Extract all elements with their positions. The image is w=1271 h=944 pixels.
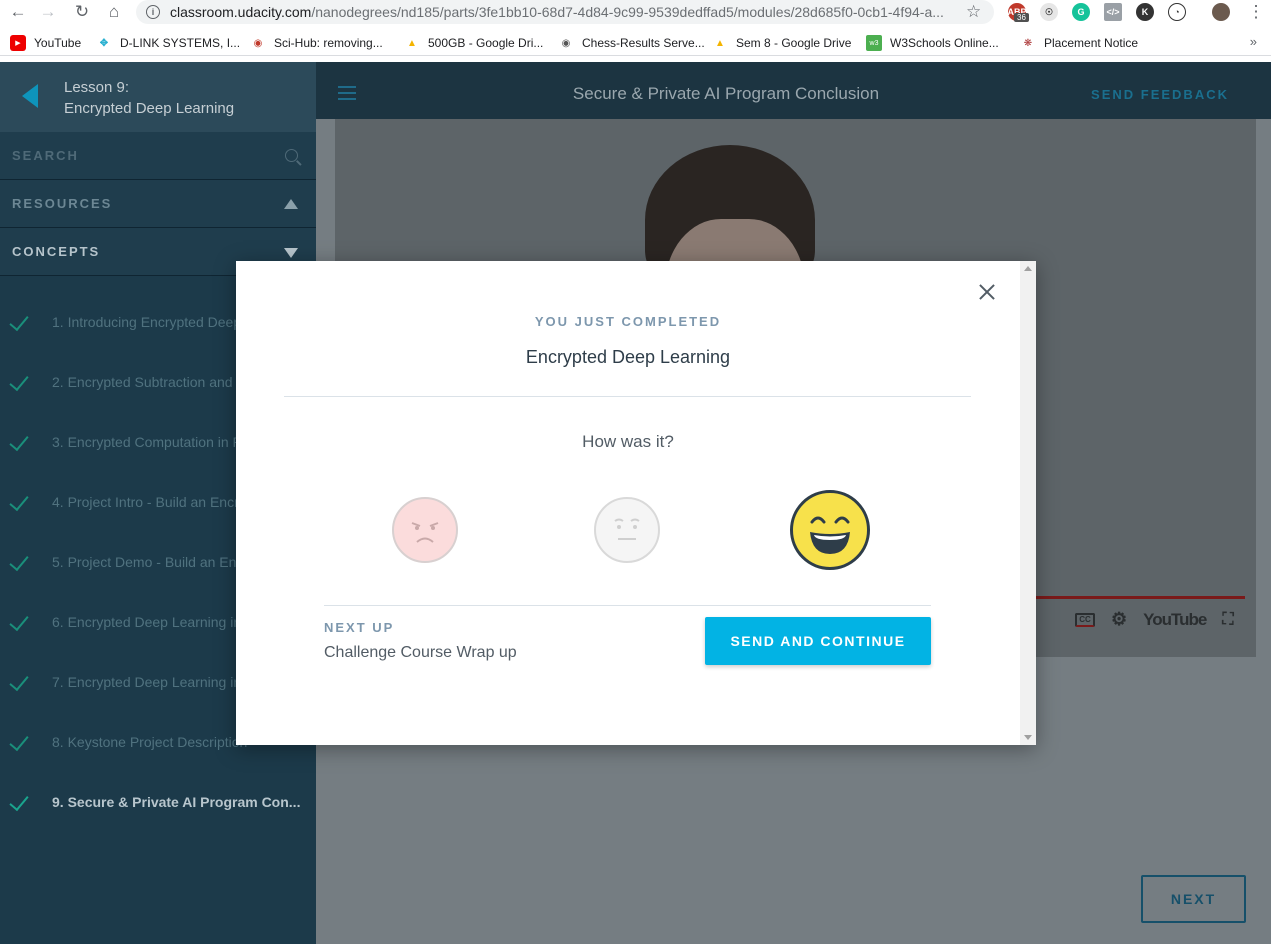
check-icon bbox=[9, 370, 29, 392]
rating-question: How was it? bbox=[582, 432, 674, 451]
bookmarks-bar: ▶ YouTube ✥ D-LINK SYSTEMS, I... ◉ Sci-Hub:… bbox=[0, 30, 1271, 56]
bookmark-placement-notice[interactable]: ❋ Placement Notice bbox=[1020, 35, 1138, 51]
google-drive-icon: ▲ bbox=[715, 37, 725, 49]
expand-triangle-icon bbox=[284, 248, 298, 258]
check-icon bbox=[9, 310, 29, 332]
fullscreen-icon[interactable]: ⛶ bbox=[1222, 611, 1233, 629]
page-title: Secure & Private AI Program Conclusion bbox=[572, 84, 880, 103]
settings-gear-icon[interactable]: ⚙ bbox=[1111, 609, 1127, 630]
completed-lesson-title: Encrypted Deep Learning bbox=[525, 347, 731, 367]
sidebar-search[interactable]: SEARCH bbox=[0, 132, 316, 180]
scroll-down-icon[interactable] bbox=[1024, 735, 1032, 740]
bookmark-scihub[interactable]: ◉ Sci-Hub: removing... bbox=[250, 35, 383, 51]
browser-toolbar: ← → ↻ ⌂ i classroom.udacity.com/nanodegr… bbox=[0, 0, 1271, 26]
google-drive-icon: ▲ bbox=[407, 37, 417, 49]
lesson-title: Encrypted Deep Learning bbox=[64, 100, 235, 117]
scihub-icon: ◉ bbox=[253, 37, 263, 49]
next-up-title: Challenge Course Wrap up bbox=[324, 644, 517, 661]
completion-modal: YOU JUST COMPLETED Encrypted Deep Learni… bbox=[236, 261, 1036, 745]
lesson-number: Lesson 9: bbox=[64, 79, 130, 96]
code-extension-icon[interactable]: </> bbox=[1104, 3, 1122, 21]
bookmark-w3schools[interactable]: w3 W3Schools Online... bbox=[866, 35, 999, 51]
check-icon bbox=[9, 550, 29, 572]
back-arrow-icon[interactable] bbox=[22, 84, 38, 108]
bookmark-youtube[interactable]: ▶ YouTube bbox=[10, 35, 81, 51]
check-icon bbox=[9, 490, 29, 512]
send-and-continue-button[interactable]: SEND AND CONTINUE bbox=[705, 617, 931, 665]
divider bbox=[284, 396, 971, 397]
bookmark-dlink[interactable]: ✥ D-LINK SYSTEMS, I... bbox=[96, 35, 240, 51]
bookmark-gdrive-sem8[interactable]: ▲ Sem 8 - Google Drive bbox=[712, 35, 851, 51]
url-path: /nanodegrees/nd185/parts/3fe1bb10-68d7-4… bbox=[311, 4, 944, 20]
modal-eyebrow: YOU JUST COMPLETED bbox=[534, 314, 722, 329]
check-icon bbox=[9, 730, 29, 752]
url-host: classroom.udacity.com bbox=[170, 4, 312, 20]
main-header: Secure & Private AI Program Conclusion S… bbox=[316, 62, 1271, 119]
profile-avatar[interactable] bbox=[1212, 3, 1230, 21]
menu-kebab-icon[interactable]: ⋮ bbox=[1242, 0, 1270, 24]
bookmark-chess-results[interactable]: ◉ Chess-Results Serve... bbox=[558, 35, 705, 51]
collapse-triangle-icon bbox=[284, 199, 298, 209]
extension-badge: 36 bbox=[1014, 13, 1029, 22]
speed-extension-icon[interactable]: ◔ bbox=[1168, 3, 1186, 21]
modal-scrollbar[interactable] bbox=[1020, 261, 1036, 745]
globe-icon: ◉ bbox=[561, 37, 571, 49]
forward-icon[interactable]: → bbox=[34, 0, 62, 24]
bookmark-star-icon[interactable]: ☆ bbox=[966, 2, 981, 22]
send-feedback-link[interactable]: SEND FEEDBACK bbox=[1091, 87, 1229, 102]
divider bbox=[324, 605, 931, 606]
sidebar-resources[interactable]: RESOURCES bbox=[0, 180, 316, 228]
check-icon bbox=[9, 670, 29, 692]
youtube-icon: ▶ bbox=[10, 35, 26, 51]
check-icon bbox=[9, 790, 29, 812]
sidebar-header: Lesson 9: Encrypted Deep Learning bbox=[0, 62, 316, 132]
emblem-icon: ❋ bbox=[1023, 37, 1033, 49]
bookmark-gdrive-500gb[interactable]: ▲ 500GB - Google Dri... bbox=[404, 35, 543, 51]
bookmarks-overflow-icon[interactable]: » bbox=[1250, 34, 1257, 49]
video-progress-bar[interactable] bbox=[1035, 596, 1245, 599]
resources-label: RESOURCES bbox=[12, 196, 113, 211]
scroll-up-icon[interactable] bbox=[1024, 266, 1032, 271]
rating-happy-face-icon[interactable] bbox=[790, 490, 870, 570]
search-icon[interactable] bbox=[285, 149, 298, 162]
concept-item-active[interactable]: 9. Secure & Private AI Program Con... bbox=[0, 772, 316, 832]
address-bar[interactable]: i classroom.udacity.com/nanodegrees/nd18… bbox=[136, 0, 994, 24]
search-label: SEARCH bbox=[12, 148, 79, 163]
dlink-icon: ✥ bbox=[99, 37, 109, 49]
check-icon bbox=[9, 610, 29, 632]
close-icon[interactable] bbox=[977, 282, 997, 302]
k-extension-icon[interactable]: K bbox=[1136, 3, 1154, 21]
next-up-label: NEXT UP bbox=[324, 620, 395, 635]
back-icon[interactable]: ← bbox=[4, 0, 32, 24]
youtube-logo[interactable]: YouTube bbox=[1143, 610, 1207, 630]
grammarly-extension-icon[interactable]: G bbox=[1072, 3, 1090, 21]
home-icon[interactable]: ⌂ bbox=[100, 0, 128, 24]
extension-icon-owl[interactable]: ☉ bbox=[1040, 3, 1058, 21]
w3schools-icon: w3 bbox=[866, 35, 882, 51]
check-icon bbox=[9, 430, 29, 452]
reload-icon[interactable]: ↻ bbox=[68, 0, 96, 24]
next-button[interactable]: NEXT bbox=[1141, 875, 1246, 923]
rating-sad-face-icon[interactable] bbox=[392, 497, 458, 563]
concepts-label: CONCEPTS bbox=[12, 244, 101, 259]
info-icon[interactable]: i bbox=[146, 5, 160, 19]
rating-neutral-face-icon[interactable] bbox=[594, 497, 660, 563]
captions-icon[interactable]: CC bbox=[1075, 612, 1095, 627]
video-controls: CC ⚙ YouTube ⛶ bbox=[1075, 609, 1234, 630]
